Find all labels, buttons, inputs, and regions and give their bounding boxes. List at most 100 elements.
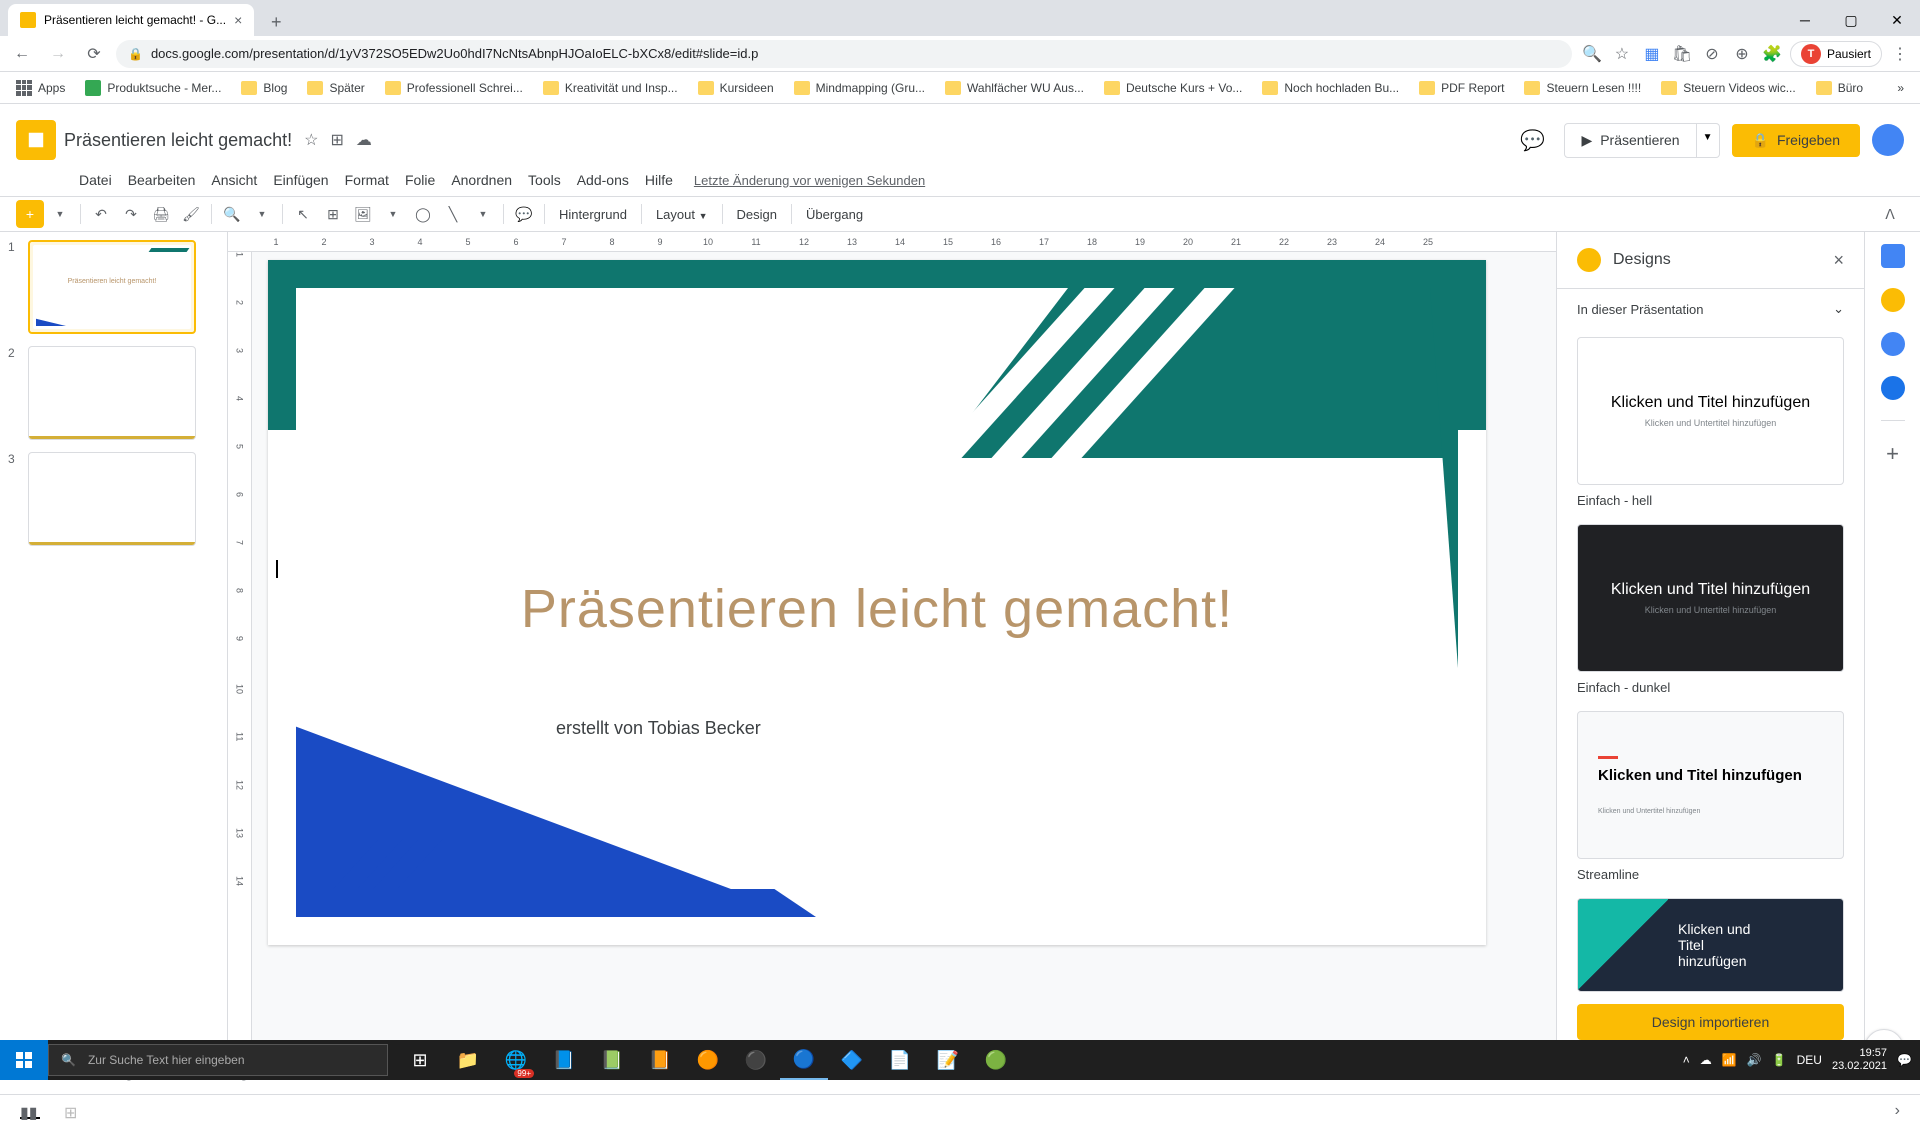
slide-thumbnail-3[interactable]	[28, 452, 196, 546]
image-tool[interactable]: 🖼	[349, 200, 377, 228]
background-button[interactable]: Hintergrund	[551, 207, 635, 222]
print-button[interactable]: 🖨	[147, 200, 175, 228]
minimize-button[interactable]: ─	[1782, 4, 1828, 36]
close-tab-icon[interactable]: ×	[234, 12, 242, 28]
spotify-icon[interactable]: 🟢	[972, 1040, 1020, 1080]
calendar-icon[interactable]	[1881, 244, 1905, 268]
adblock-icon[interactable]: ⊘	[1700, 42, 1724, 66]
contacts-icon[interactable]	[1881, 376, 1905, 400]
bookmark-folder[interactable]: Mindmapping (Gru...	[786, 77, 933, 99]
apps-shortcut[interactable]: Apps	[8, 76, 73, 100]
edge-icon[interactable]: 🌐99+	[492, 1040, 540, 1080]
new-tab-button[interactable]: +	[262, 8, 290, 36]
bookmark-folder[interactable]: Wahlfächer WU Aus...	[937, 77, 1092, 99]
extension-icon[interactable]: 🛍	[1670, 42, 1694, 66]
explorer-icon[interactable]: 📁	[444, 1040, 492, 1080]
import-design-button[interactable]: Design importieren	[1577, 1004, 1844, 1040]
menu-ansicht[interactable]: Ansicht	[204, 168, 264, 192]
image-dropdown[interactable]: ▼	[379, 200, 407, 228]
close-panel-button[interactable]: ×	[1833, 250, 1844, 271]
tray-expand-icon[interactable]: ˄	[1683, 1053, 1690, 1067]
wifi-icon[interactable]: 📶	[1722, 1053, 1737, 1067]
account-avatar[interactable]	[1872, 124, 1904, 156]
collapse-toolbar-button[interactable]: ᐱ	[1876, 200, 1904, 228]
notifications-icon[interactable]: 💬	[1897, 1053, 1912, 1067]
bookmark-folder[interactable]: PDF Report	[1411, 77, 1512, 99]
share-button[interactable]: 🔒 Freigeben	[1732, 124, 1860, 157]
start-button[interactable]	[0, 1040, 48, 1080]
layout-button[interactable]: Layout ▼	[648, 207, 716, 222]
clock[interactable]: 19:57 23.02.2021	[1832, 1047, 1887, 1073]
app-icon[interactable]: 📄	[876, 1040, 924, 1080]
textbox-tool[interactable]: ⊞	[319, 200, 347, 228]
word-icon[interactable]: 📘	[540, 1040, 588, 1080]
filmstrip-view-button[interactable]: ▮▮	[20, 1103, 40, 1119]
transition-button[interactable]: Übergang	[798, 207, 871, 222]
slide-title-text[interactable]: Präsentieren leicht gemacht!	[296, 578, 1458, 640]
bookmark-folder[interactable]: Blog	[233, 77, 295, 99]
slide-subtitle-text[interactable]: erstellt von Tobias Becker	[556, 718, 761, 739]
translate-icon[interactable]: ⊕	[1730, 42, 1754, 66]
slide-thumbnail-2[interactable]	[28, 346, 196, 440]
address-bar[interactable]: 🔒 docs.google.com/presentation/d/1yV372S…	[116, 40, 1572, 68]
onedrive-icon[interactable]: ☁	[1700, 1053, 1712, 1067]
design-card-fourth[interactable]: Klicken und Titel hinzufügen	[1577, 898, 1844, 992]
qr-icon[interactable]: ▦	[1640, 42, 1664, 66]
bookmark-item[interactable]: Produktsuche - Mer...	[77, 76, 229, 100]
design-card-dark[interactable]: Klicken und Titel hinzufügen Klicken und…	[1577, 524, 1844, 672]
battery-icon[interactable]: 🔋	[1772, 1053, 1787, 1067]
close-window-button[interactable]: ✕	[1874, 4, 1920, 36]
bookmark-folder[interactable]: Deutsche Kurs + Vo...	[1096, 77, 1250, 99]
profile-paused-button[interactable]: T Pausiert	[1790, 41, 1882, 67]
app-icon[interactable]: 🟠	[684, 1040, 732, 1080]
bookmark-folder[interactable]: Steuern Lesen !!!!	[1516, 77, 1649, 99]
maximize-button[interactable]: ▢	[1828, 4, 1874, 36]
back-button[interactable]: ←	[8, 40, 36, 68]
star-icon[interactable]: ☆	[1610, 42, 1634, 66]
paint-format-button[interactable]: 🖌	[177, 200, 205, 228]
undo-button[interactable]: ↶	[87, 200, 115, 228]
designs-section-dropdown[interactable]: In dieser Präsentation ⌄	[1557, 289, 1864, 329]
notepad-icon[interactable]: 📝	[924, 1040, 972, 1080]
new-slide-dropdown[interactable]: ▼	[46, 200, 74, 228]
menu-tools[interactable]: Tools	[521, 168, 568, 192]
volume-icon[interactable]: 🔊	[1747, 1053, 1762, 1067]
obs-icon[interactable]: ⚫	[732, 1040, 780, 1080]
star-icon[interactable]: ☆	[304, 130, 318, 150]
move-icon[interactable]: ⊞	[330, 130, 343, 150]
edge-icon[interactable]: 🔷	[828, 1040, 876, 1080]
bookmark-folder[interactable]: Noch hochladen Bu...	[1254, 77, 1407, 99]
excel-icon[interactable]: 📗	[588, 1040, 636, 1080]
bookmarks-overflow[interactable]: »	[1889, 77, 1912, 99]
menu-addons[interactable]: Add-ons	[570, 168, 636, 192]
new-slide-button[interactable]: +	[16, 200, 44, 228]
comment-tool[interactable]: 💬	[510, 200, 538, 228]
bookmark-folder[interactable]: Später	[299, 77, 372, 99]
bookmark-folder[interactable]: Kreativität und Insp...	[535, 77, 686, 99]
slide-thumbnail-1[interactable]: Präsentieren leicht gemacht!	[28, 240, 196, 334]
bookmark-folder[interactable]: Professionell Schrei...	[377, 77, 531, 99]
add-addon-button[interactable]: +	[1886, 441, 1899, 467]
expand-sidebar-button[interactable]: ›	[1895, 1102, 1900, 1120]
present-dropdown[interactable]: ▼	[1697, 123, 1720, 158]
taskbar-search[interactable]: 🔍 Zur Suche Text hier eingeben	[48, 1044, 388, 1076]
forward-button[interactable]: →	[44, 40, 72, 68]
menu-anordnen[interactable]: Anordnen	[444, 168, 519, 192]
design-button[interactable]: Design	[729, 207, 785, 222]
powerpoint-icon[interactable]: 📙	[636, 1040, 684, 1080]
bookmark-folder[interactable]: Kursideen	[690, 77, 782, 99]
menu-format[interactable]: Format	[338, 168, 396, 192]
tasks-icon[interactable]	[1881, 332, 1905, 356]
menu-hilfe[interactable]: Hilfe	[638, 168, 680, 192]
design-card-light[interactable]: Klicken und Titel hinzufügen Klicken und…	[1577, 337, 1844, 485]
task-view-button[interactable]: ⊞	[396, 1040, 444, 1080]
last-edit-link[interactable]: Letzte Änderung vor wenigen Sekunden	[694, 173, 925, 188]
grid-view-button[interactable]: ⊞	[64, 1103, 84, 1119]
bookmark-folder[interactable]: Büro	[1808, 77, 1871, 99]
redo-button[interactable]: ↷	[117, 200, 145, 228]
menu-folie[interactable]: Folie	[398, 168, 442, 192]
zoom-dropdown[interactable]: ▼	[248, 200, 276, 228]
menu-einfuegen[interactable]: Einfügen	[266, 168, 335, 192]
menu-bearbeiten[interactable]: Bearbeiten	[121, 168, 203, 192]
browser-tab[interactable]: Präsentieren leicht gemacht! - G... ×	[8, 4, 254, 36]
